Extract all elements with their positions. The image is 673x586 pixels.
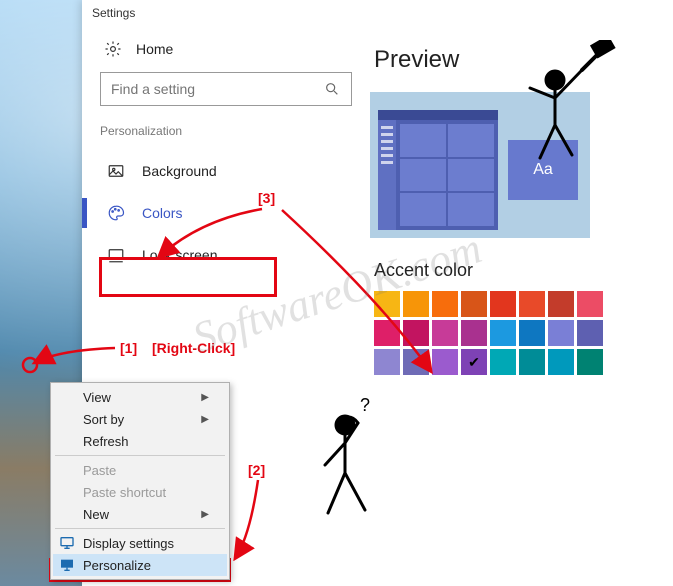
context-menu-label: Refresh — [83, 434, 129, 449]
window-title: Settings — [82, 0, 673, 24]
search-input[interactable] — [111, 81, 323, 97]
preview-thumbnail: Aa — [370, 92, 590, 238]
nav-background[interactable]: Background — [100, 150, 352, 192]
picture-icon — [106, 162, 126, 180]
palette-icon — [106, 204, 126, 222]
context-menu-label: Paste shortcut — [83, 485, 166, 500]
context-menu-label: Paste — [83, 463, 116, 478]
section-label: Personalization — [100, 124, 352, 138]
context-menu-label: Personalize — [83, 558, 151, 573]
context-menu-view[interactable]: View ▶ — [53, 386, 227, 408]
context-menu-paste-shortcut: Paste shortcut — [53, 481, 227, 503]
context-menu-paste: Paste — [53, 459, 227, 481]
color-swatch[interactable] — [519, 320, 545, 346]
nav-colors[interactable]: Colors — [100, 192, 352, 234]
color-swatch[interactable] — [432, 320, 458, 346]
color-swatch[interactable] — [490, 320, 516, 346]
nav-background-label: Background — [142, 163, 217, 179]
context-menu-refresh[interactable]: Refresh — [53, 430, 227, 452]
search-icon — [323, 80, 341, 98]
color-swatch[interactable] — [577, 291, 603, 317]
context-menu-sort-by[interactable]: Sort by ▶ — [53, 408, 227, 430]
color-swatch[interactable] — [548, 320, 574, 346]
color-swatch[interactable] — [403, 320, 429, 346]
lockscreen-icon — [106, 246, 126, 264]
desktop-context-menu: View ▶ Sort by ▶ Refresh Paste Paste shortcut N… — [50, 382, 230, 580]
context-menu-personalize[interactable]: Personalize — [53, 554, 227, 576]
search-box[interactable] — [100, 72, 352, 106]
color-swatch[interactable] — [461, 291, 487, 317]
color-swatch[interactable] — [374, 349, 400, 375]
nav-home-label: Home — [136, 41, 173, 57]
context-menu-separator — [55, 528, 225, 529]
color-swatch[interactable] — [374, 291, 400, 317]
nav-home[interactable]: Home — [100, 32, 352, 72]
color-swatch[interactable] — [548, 349, 574, 375]
chevron-right-icon: ▶ — [201, 509, 209, 520]
monitor-icon — [59, 535, 75, 551]
color-swatch[interactable] — [490, 291, 516, 317]
sample-text: Aa — [508, 140, 578, 200]
color-swatch[interactable] — [577, 349, 603, 375]
preview-pane: Preview Aa Accent color — [370, 24, 673, 586]
color-swatch[interactable] — [519, 291, 545, 317]
nav-lockscreen-label: Lock screen — [142, 247, 217, 263]
personalize-icon — [59, 557, 75, 573]
accent-color-grid — [370, 291, 673, 375]
context-menu-display-settings[interactable]: Display settings — [53, 532, 227, 554]
nav-lockscreen[interactable]: Lock screen — [100, 234, 352, 276]
preview-title: Preview — [370, 46, 673, 74]
context-menu-label: Display settings — [83, 536, 174, 551]
color-swatch[interactable] — [432, 291, 458, 317]
nav-colors-label: Colors — [142, 205, 182, 221]
color-swatch[interactable] — [403, 349, 429, 375]
chevron-right-icon: ▶ — [201, 392, 209, 403]
color-swatch[interactable] — [519, 349, 545, 375]
context-menu-new[interactable]: New ▶ — [53, 503, 227, 525]
context-menu-label: View — [83, 390, 111, 405]
color-swatch[interactable] — [374, 320, 400, 346]
context-menu-separator — [55, 455, 225, 456]
color-swatch[interactable] — [403, 291, 429, 317]
color-swatch[interactable] — [461, 320, 487, 346]
color-swatch[interactable] — [432, 349, 458, 375]
context-menu-label: New — [83, 507, 109, 522]
color-swatch[interactable] — [548, 291, 574, 317]
context-menu-label: Sort by — [83, 412, 124, 427]
color-swatch[interactable] — [490, 349, 516, 375]
accent-color-title: Accent color — [370, 260, 673, 281]
chevron-right-icon: ▶ — [201, 414, 209, 425]
color-swatch[interactable] — [577, 320, 603, 346]
gear-icon — [104, 40, 122, 58]
color-swatch[interactable] — [461, 349, 487, 375]
